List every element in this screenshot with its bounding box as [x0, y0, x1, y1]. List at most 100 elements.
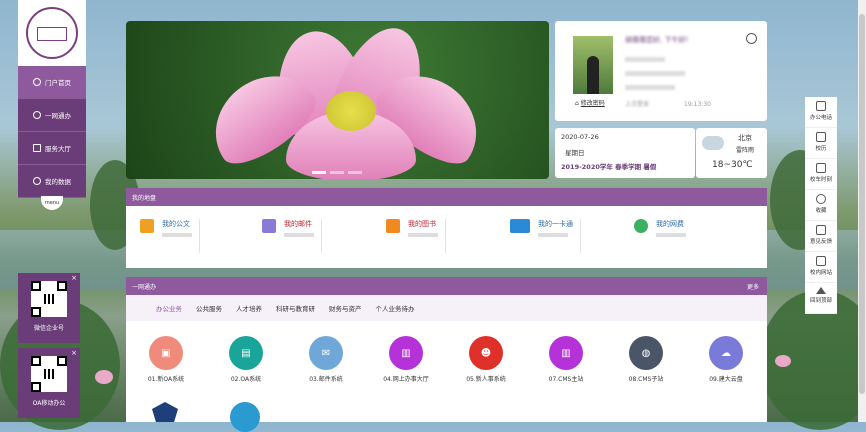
- website-icon: [816, 256, 826, 266]
- tab-finance[interactable]: 财务与资产: [329, 303, 362, 313]
- tab-public-service[interactable]: 公共服务: [196, 303, 222, 313]
- left-nav: 门户首页 一网通办 服务大厅 我的数据: [18, 66, 86, 198]
- app-new-oa[interactable]: ▣ 01.新OA系统: [136, 336, 196, 383]
- monitor-icon: ▤: [229, 336, 263, 370]
- home-icon: [33, 78, 41, 86]
- cms-icon: ▥: [549, 336, 583, 370]
- nav-item-service-hall[interactable]: 服务大厅: [18, 132, 86, 165]
- seal-building-icon: [37, 27, 67, 41]
- app-cms-sub[interactable]: ◍ 08.CMS子站: [616, 336, 676, 383]
- monitor-icon: [33, 144, 41, 152]
- weather-box: 北京 雷阵雨 18~30℃: [696, 128, 767, 178]
- tab-research[interactable]: 科研与教育研: [276, 303, 315, 313]
- qr-code-image: [31, 356, 67, 392]
- nav-item-my-data[interactable]: 我的数据: [18, 165, 86, 198]
- quick-my-campus-card[interactable]: 我的一卡通: [510, 219, 581, 255]
- quick-my-documents[interactable]: 我的公文: [140, 219, 200, 255]
- university-logo[interactable]: [18, 0, 86, 66]
- tool-feedback[interactable]: 意见反馈: [805, 225, 837, 252]
- qr-oa-mobile: × OA移动办公: [18, 348, 80, 418]
- right-toolbar: 办公电话 校历 校车时刻 收藏 意见反馈 校内网站 回到顶部: [805, 97, 837, 314]
- tool-calendar[interactable]: 校历: [805, 132, 837, 159]
- app-mail[interactable]: ✉ 03.邮件系统: [296, 336, 356, 383]
- bus-icon: [816, 163, 826, 173]
- user-card: 胡蓓蓓您好, 下午好! 上次登录 19:13:30 ⌂ 修改密码: [555, 21, 767, 121]
- one-stop-apps: 办公业务 公共服务 人才培养 科研与教育研 财务与资产 个人业务待办 ▣ 01.新…: [126, 295, 767, 432]
- cloud-icon: ☁: [709, 336, 743, 370]
- one-stop-header: 一网通办 更多: [126, 277, 767, 295]
- scrollbar-thumb[interactable]: [859, 14, 865, 394]
- document-icon: [140, 219, 154, 233]
- service-hall-icon: ▥: [389, 336, 423, 370]
- user-avatar: [573, 36, 613, 94]
- thunderstorm-icon: [702, 136, 724, 150]
- tool-favorites[interactable]: 收藏: [805, 194, 837, 221]
- date-box: 2020-07-26 星期日 2019-2020学年 春季学期 暑假: [555, 128, 695, 178]
- page-scrollbar[interactable]: [858, 0, 866, 422]
- calendar-icon: [816, 132, 826, 142]
- my-zone: 我的公文 我的邮件 我的图书 我的一卡通 我的网费: [126, 206, 767, 268]
- banner-image[interactable]: [126, 21, 549, 179]
- tab-talent[interactable]: 人才培养: [236, 303, 262, 313]
- app-new-hr[interactable]: ☻ 05.新人事系统: [456, 336, 516, 383]
- book-icon: [386, 219, 400, 233]
- globe-icon: ◍: [629, 336, 663, 370]
- quick-my-books[interactable]: 我的图书: [386, 219, 446, 255]
- tool-campus-sites[interactable]: 校内网站: [805, 256, 837, 283]
- heart-icon: [816, 194, 826, 204]
- app-cloud-disk[interactable]: ☁ 09.建大云盘: [696, 336, 756, 383]
- data-icon: [33, 177, 41, 185]
- arrow-up-icon: [816, 287, 826, 294]
- logout-icon[interactable]: [746, 33, 757, 44]
- tool-back-to-top[interactable]: 回到顶部: [805, 287, 837, 314]
- user-greeting: 胡蓓蓓您好, 下午好!: [625, 36, 689, 44]
- briefcase-icon: ▣: [149, 336, 183, 370]
- weather-city: 北京: [738, 134, 752, 142]
- menu-toggle-button[interactable]: menu: [41, 196, 63, 210]
- lock-icon: ⌂: [575, 100, 579, 107]
- background-lotus: [95, 370, 113, 384]
- qr-code-image: [31, 281, 67, 317]
- mail-icon: ✉: [309, 336, 343, 370]
- current-term: 2019-2020学年 春季学期 暑假: [561, 163, 657, 171]
- tool-bus-schedule[interactable]: 校车时刻: [805, 163, 837, 190]
- app-shield-icon[interactable]: [152, 402, 178, 422]
- university-seal: [26, 7, 78, 59]
- qr-label: 微信企业号: [33, 325, 64, 332]
- nav-item-portal-home[interactable]: 门户首页: [18, 66, 86, 99]
- tab-personal[interactable]: 个人业务待办: [376, 303, 415, 313]
- my-zone-header: 我的地盘: [126, 188, 767, 206]
- people-icon: ☻: [469, 336, 503, 370]
- change-password-link[interactable]: ⌂ 修改密码: [575, 98, 605, 107]
- background-lotus: [775, 355, 791, 367]
- user-info-line: [625, 71, 685, 76]
- app-cms-main[interactable]: ▥ 07.CMS主站: [536, 336, 596, 383]
- close-icon[interactable]: ×: [71, 349, 77, 357]
- globe-icon: [634, 219, 648, 233]
- user-info-line: [625, 57, 665, 62]
- tool-office-phone[interactable]: 办公电话: [805, 101, 837, 128]
- card-icon: [510, 219, 530, 233]
- weather-temperature: 18~30℃: [712, 160, 753, 170]
- phone-icon: [816, 101, 826, 111]
- tab-office[interactable]: 办公业务: [156, 303, 182, 313]
- globe-icon: [33, 111, 41, 119]
- lotus-center: [326, 91, 376, 131]
- one-stop-tabs: 办公业务 公共服务 人才培养 科研与教育研 财务与资产 个人业务待办: [126, 295, 767, 321]
- close-icon[interactable]: ×: [71, 274, 77, 282]
- weather-condition: 雷阵雨: [736, 147, 755, 154]
- current-weekday: 星期日: [565, 149, 585, 157]
- more-link[interactable]: 更多: [747, 282, 759, 291]
- qr-wechat: × 微信企业号: [18, 273, 80, 343]
- quick-my-mail[interactable]: 我的邮件: [262, 219, 322, 255]
- feedback-icon: [816, 225, 826, 235]
- nav-item-one-stop[interactable]: 一网通办: [18, 99, 86, 132]
- app-oa[interactable]: ▤ 02.OA系统: [216, 336, 276, 383]
- banner-pager[interactable]: [312, 171, 362, 174]
- last-login: 上次登录 19:13:30: [625, 101, 711, 108]
- app-round-icon[interactable]: [230, 402, 260, 432]
- mail-icon: [262, 219, 276, 233]
- quick-my-net-fee[interactable]: 我的网费: [634, 219, 686, 255]
- section-title: 一网通办: [132, 284, 157, 291]
- app-online-hall[interactable]: ▥ 04.网上办事大厅: [376, 336, 436, 383]
